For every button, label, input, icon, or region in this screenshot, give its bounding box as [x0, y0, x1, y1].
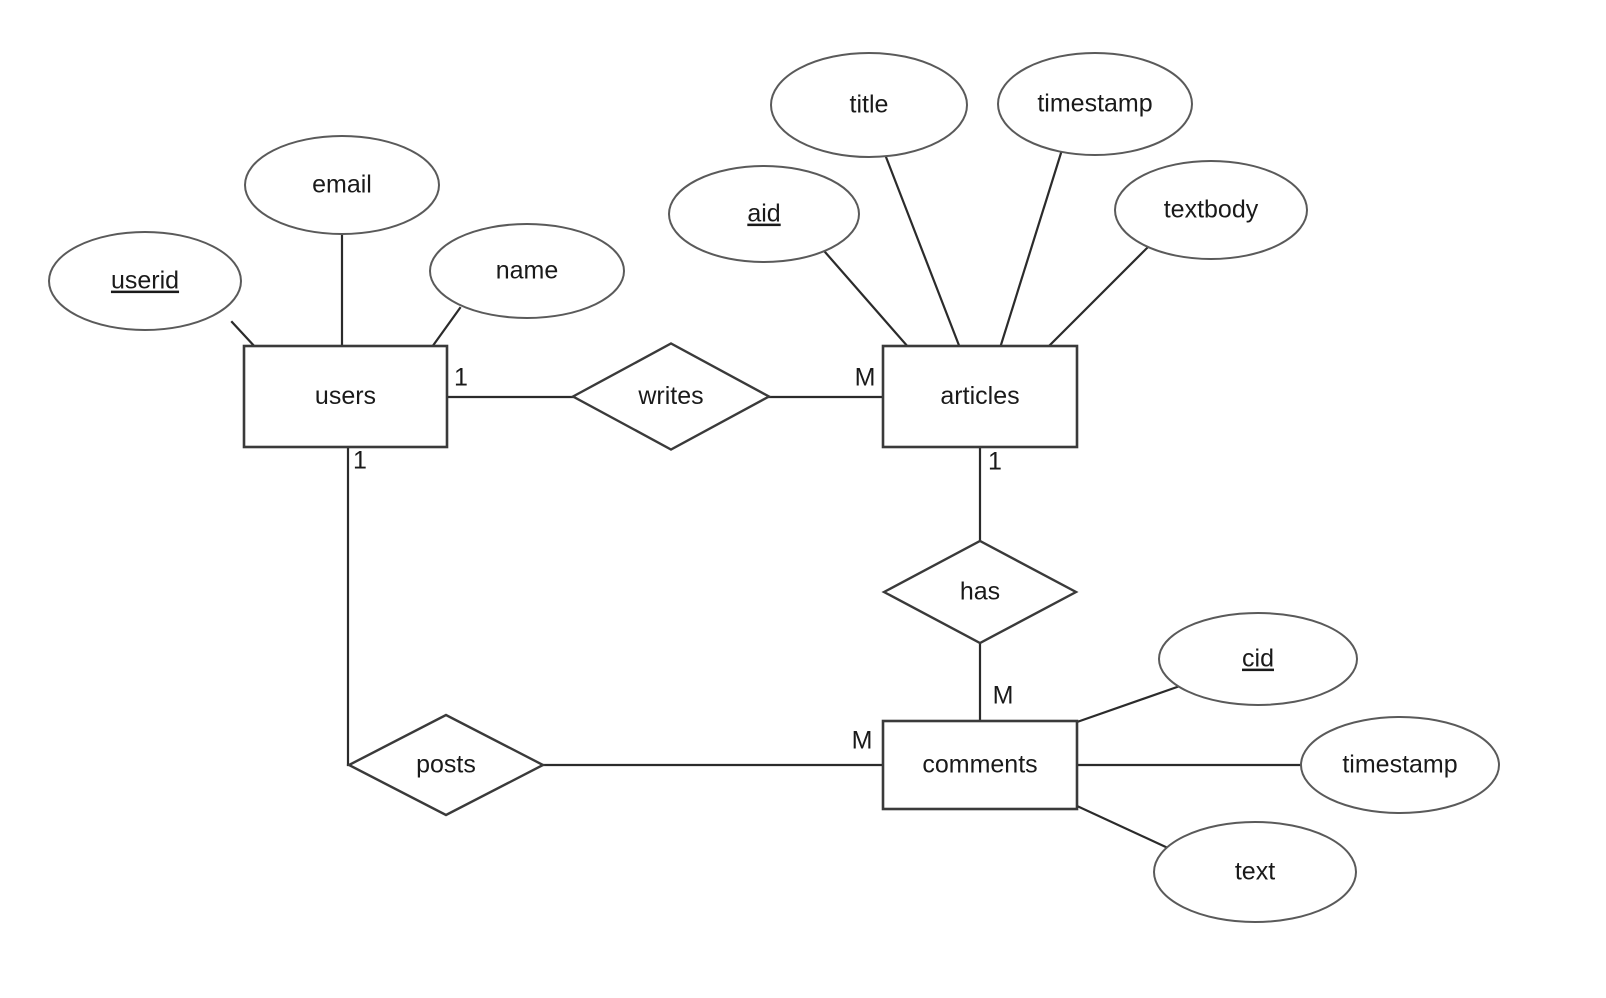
attribute-label-textbody: textbody: [1164, 196, 1259, 224]
entity-comments[interactable]: comments: [881, 719, 1079, 811]
attribute-label-email: email: [312, 171, 372, 199]
connector-users-posts-vertical: [346, 445, 351, 767]
attribute-label-name: name: [496, 257, 559, 285]
attribute-label-article_timestamp: timestamp: [1037, 90, 1152, 118]
er-diagram-canvas: userid email name aid title timestamp textbody…: [0, 0, 1606, 998]
attribute-aid[interactable]: aid: [668, 165, 860, 263]
relationship-label-has: has: [960, 578, 1000, 606]
attribute-label-text: text: [1235, 858, 1275, 886]
attribute-article_timestamp[interactable]: timestamp: [997, 52, 1193, 156]
cardinality-articles-has-card: 1: [988, 448, 1002, 476]
entity-articles[interactable]: articles: [881, 344, 1079, 449]
relationship-label-posts: posts: [416, 751, 476, 779]
attribute-comment_timestamp[interactable]: timestamp: [1300, 716, 1500, 814]
attribute-label-cid: cid: [1242, 645, 1274, 673]
attribute-name[interactable]: name: [429, 223, 625, 319]
cardinality-has-comments-card: M: [993, 682, 1014, 710]
attribute-label-aid: aid: [747, 200, 780, 228]
cardinality-users-posts-card: 1: [353, 447, 367, 475]
attribute-label-comment_timestamp: timestamp: [1342, 751, 1457, 779]
attribute-userid[interactable]: userid: [48, 231, 242, 331]
entity-label-users: users: [315, 382, 376, 410]
entity-label-comments: comments: [922, 751, 1037, 779]
entity-users[interactable]: users: [242, 344, 449, 449]
relationship-label-writes: writes: [637, 382, 703, 410]
cardinality-posts-comments-card: M: [852, 727, 873, 755]
cardinality-users-writes-card: 1: [454, 364, 468, 392]
attribute-email[interactable]: email: [244, 135, 440, 235]
attribute-text[interactable]: text: [1153, 821, 1357, 923]
entity-label-articles: articles: [940, 382, 1019, 410]
attribute-label-title: title: [850, 91, 889, 119]
cardinality-writes-articles-card: M: [855, 364, 876, 392]
attribute-textbody[interactable]: textbody: [1114, 160, 1308, 260]
attribute-title[interactable]: title: [770, 52, 968, 158]
diagram-background: [0, 0, 1606, 998]
attribute-label-userid: userid: [111, 267, 179, 295]
attribute-cid[interactable]: cid: [1158, 612, 1358, 706]
